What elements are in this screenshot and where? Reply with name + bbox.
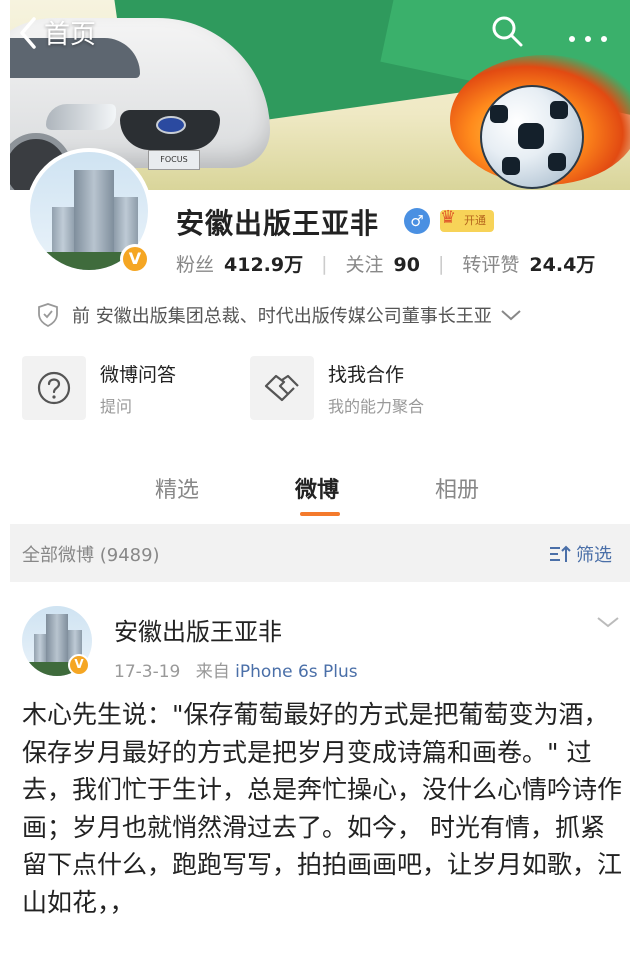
profile-stats: 粉丝 412.9万 | 关注 90 | 转评赞 24.4万 bbox=[176, 250, 595, 277]
ball-patch bbox=[502, 157, 520, 175]
post-meta: 17-3-19 来自 iPhone 6s Plus bbox=[114, 657, 358, 682]
ball-patch bbox=[550, 101, 568, 119]
fans-stat[interactable]: 粉丝 412.9万 bbox=[176, 250, 303, 277]
follow-value: 90 bbox=[393, 254, 420, 276]
post-verified-badge: V bbox=[68, 654, 90, 676]
card-title: 找我合作 bbox=[328, 363, 405, 386]
follow-stat[interactable]: 关注 90 bbox=[346, 250, 420, 277]
post-text: 木心先生说："保存葡萄最好的方式是把葡萄变为酒， 保存岁月最好的方式是把岁月变成… bbox=[22, 700, 623, 917]
post-date: 17-3-19 bbox=[114, 662, 181, 682]
all-weibo-count[interactable]: 全部微博 (9489) bbox=[22, 541, 160, 567]
tab-featured[interactable]: 精选 bbox=[155, 472, 199, 504]
filter-icon bbox=[550, 545, 571, 562]
search-icon bbox=[492, 16, 523, 47]
card-subtitle: 提问 bbox=[100, 396, 133, 416]
fans-value: 412.9万 bbox=[224, 254, 304, 276]
ball-patch bbox=[490, 105, 508, 123]
post-source-prefix: 来自 bbox=[195, 662, 230, 682]
filter-button[interactable]: 筛选 bbox=[548, 541, 612, 567]
ball-patch bbox=[548, 153, 566, 171]
card-cooperation[interactable]: 找我合作 我的能力聚合 bbox=[250, 356, 424, 420]
fans-label: 粉丝 bbox=[176, 254, 215, 276]
profile-name: 安徽出版王亚非 bbox=[176, 207, 380, 240]
vip-label: 开通 bbox=[464, 214, 486, 227]
soccer-ball-image bbox=[480, 85, 584, 189]
interactions-value: 24.4万 bbox=[529, 254, 596, 276]
tab-album[interactable]: 相册 bbox=[435, 472, 479, 504]
verified-badge: V bbox=[120, 244, 150, 274]
card-icon-box bbox=[22, 356, 86, 420]
handshake-icon bbox=[264, 374, 299, 402]
car-plate: FOCUS bbox=[148, 150, 200, 170]
description-text: 前 安徽出版集团总裁、时代出版传媒公司董事长王亚 bbox=[72, 306, 492, 327]
post-source[interactable]: iPhone 6s Plus bbox=[235, 662, 357, 682]
crown-icon: ♛ bbox=[440, 207, 457, 228]
card-title: 微博问答 bbox=[100, 363, 177, 386]
car-headlamp bbox=[46, 104, 116, 130]
stat-divider: | bbox=[438, 252, 445, 275]
ball-patch bbox=[518, 123, 544, 149]
interactions-stat[interactable]: 转评赞 24.4万 bbox=[462, 250, 595, 277]
back-label: 首页 bbox=[44, 20, 97, 50]
more-dots-icon bbox=[569, 36, 607, 42]
shield-icon bbox=[38, 303, 58, 328]
tab-weibo[interactable]: 微博 bbox=[295, 472, 339, 504]
male-icon: ♂ bbox=[404, 208, 430, 234]
profile-description[interactable]: 前 安徽出版集团总裁、时代出版传媒公司董事长王亚 bbox=[36, 302, 522, 328]
card-subtitle: 我的能力聚合 bbox=[328, 396, 425, 416]
search-button[interactable] bbox=[490, 14, 524, 52]
chevron-down-icon bbox=[597, 617, 619, 628]
car-logo bbox=[156, 116, 186, 134]
post-menu-button[interactable] bbox=[596, 614, 620, 633]
post-author[interactable]: 安徽出版王亚非 bbox=[114, 612, 282, 647]
interactions-label: 转评赞 bbox=[462, 254, 520, 276]
chevron-left-icon bbox=[20, 16, 36, 49]
back-button[interactable]: 首页 bbox=[18, 14, 96, 51]
card-icon-box bbox=[250, 356, 314, 420]
chevron-down-icon bbox=[501, 310, 521, 321]
follow-label: 关注 bbox=[345, 254, 384, 276]
card-weibo-qa[interactable]: 微博问答 提问 bbox=[22, 356, 176, 420]
active-tab-indicator bbox=[300, 512, 340, 516]
filter-label: 筛选 bbox=[576, 545, 612, 566]
question-icon bbox=[37, 371, 71, 405]
more-button[interactable] bbox=[568, 28, 608, 47]
stat-divider: | bbox=[321, 252, 328, 275]
